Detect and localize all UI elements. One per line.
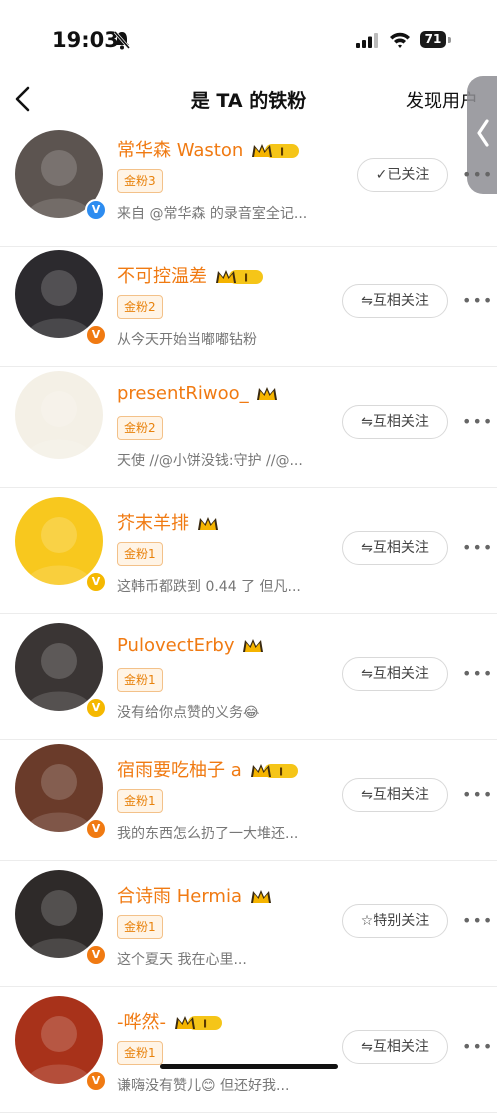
verified-badge-icon: V xyxy=(85,324,107,346)
user-description: 来自 @常华森 的录音室全记... xyxy=(117,206,308,222)
fan-level-badge: 金粉3 xyxy=(117,169,163,193)
nav-bar: 是 TA 的铁粉 发现用户 xyxy=(0,78,497,124)
list-item[interactable]: V 不可控温差 I 金粉2 从今天开始当嘟嘟钻粉 ⇋互相关注 ••• xyxy=(0,244,497,367)
list-item[interactable]: V -哗然- I 金粉1 谦嗨没有赞儿😊 但还好我... ⇋互相关注 ••• xyxy=(0,990,497,1113)
wifi-icon xyxy=(390,32,410,48)
user-name[interactable]: -哗然- I xyxy=(117,1008,224,1034)
svg-text:I: I xyxy=(244,272,248,285)
follow-status-button[interactable]: ⇋互相关注 xyxy=(342,778,448,812)
list-item[interactable]: V 宿雨要吃柚子 a I 金粉1 我的东西怎么扔了一大堆还... ⇋互相关注 •… xyxy=(0,738,497,861)
verified-badge-icon: V xyxy=(85,199,107,221)
fan-level-badge: 金粉2 xyxy=(117,295,163,319)
crown-icon xyxy=(197,517,218,530)
battery-level: 71 xyxy=(420,31,446,48)
user-name-text: 宿雨要吃柚子 a xyxy=(117,760,242,781)
status-time: 19:03 xyxy=(52,28,119,52)
verified-badge-icon: V xyxy=(85,818,107,840)
follow-status-button[interactable]: ⇋互相关注 xyxy=(342,657,448,691)
user-name-text: presentRiwoo_ xyxy=(117,383,249,404)
user-name[interactable]: PulovectErby xyxy=(117,635,264,656)
crown-icon: I xyxy=(215,270,263,285)
crown-icon: I xyxy=(252,144,299,159)
follow-status-button[interactable]: ⇋互相关注 xyxy=(342,1030,448,1064)
user-description: 没有给你点赞的义务😂 xyxy=(117,705,260,721)
user-name-text: -哗然- xyxy=(117,1012,166,1033)
follow-status-button[interactable]: ✓已关注 xyxy=(357,158,448,192)
user-description: 从今天开始当嘟嘟钻粉 xyxy=(117,332,257,348)
user-name-text: 芥末羊排 xyxy=(117,513,189,534)
user-name[interactable]: 芥末羊排 xyxy=(117,509,219,535)
user-name-text: 合诗雨 Hermia xyxy=(117,886,242,907)
user-name[interactable]: presentRiwoo_ xyxy=(117,383,278,404)
crown-icon xyxy=(243,639,264,652)
fan-level-badge: 金粉1 xyxy=(117,789,163,813)
verified-badge-icon: V xyxy=(85,944,107,966)
verified-badge-icon: V xyxy=(85,1070,107,1092)
user-name-text: 常华森 Waston xyxy=(117,140,244,161)
user-name[interactable]: 宿雨要吃柚子 a I xyxy=(117,756,300,782)
crown-icon xyxy=(250,890,271,903)
user-name[interactable]: 常华森 Waston I xyxy=(117,136,301,162)
user-description: 这个夏天 我在心里... xyxy=(117,952,247,968)
more-options-icon[interactable]: ••• xyxy=(462,911,493,930)
more-options-icon[interactable]: ••• xyxy=(462,664,493,683)
crown-icon: I xyxy=(250,764,298,779)
status-bar: 19:03 71 xyxy=(0,0,497,80)
fan-level-badge: 金粉1 xyxy=(117,915,163,939)
battery-icon: 71 xyxy=(420,31,452,49)
verified-badge-icon: V xyxy=(85,571,107,593)
fan-level-badge: 金粉1 xyxy=(117,668,163,692)
home-indicator xyxy=(160,1064,338,1069)
svg-text:I: I xyxy=(280,146,284,159)
list-item[interactable]: V 合诗雨 Hermia 金粉1 这个夏天 我在心里... ☆特别关注 ••• xyxy=(0,864,497,987)
bell-muted-icon xyxy=(113,31,131,50)
user-name-text: PulovectErby xyxy=(117,635,235,656)
follow-status-button[interactable]: ⇋互相关注 xyxy=(342,405,448,439)
svg-text:I: I xyxy=(278,766,282,779)
more-options-icon[interactable]: ••• xyxy=(462,538,493,557)
list-item[interactable]: V 常华森 Waston I 金粉3 来自 @常华森 的录音室全记... ✓已关… xyxy=(0,124,497,247)
crown-icon xyxy=(257,387,278,400)
list-item[interactable]: presentRiwoo_ 金粉2 天使 //@小饼没钱:守护 //@... ⇋… xyxy=(0,365,497,488)
fan-level-badge: 金粉1 xyxy=(117,542,163,566)
follow-status-button[interactable]: ⇋互相关注 xyxy=(342,531,448,565)
fan-level-badge: 金粉2 xyxy=(117,416,163,440)
user-description: 这韩币都跌到 0.44 了 但凡... xyxy=(117,579,301,595)
cellular-signal-icon xyxy=(356,33,378,48)
avatar-image xyxy=(25,391,93,459)
avatar[interactable] xyxy=(15,371,103,459)
user-description: 谦嗨没有赞儿😊 但还好我... xyxy=(117,1078,290,1094)
crown-icon: I xyxy=(174,1016,222,1031)
fan-level-badge: 金粉1 xyxy=(117,1041,163,1065)
svg-text:I: I xyxy=(203,1018,207,1031)
verified-badge-icon: V xyxy=(85,697,107,719)
list-item[interactable]: V 芥末羊排 金粉1 这韩币都跌到 0.44 了 但凡... ⇋互相关注 ••• xyxy=(0,491,497,614)
follow-status-button[interactable]: ⇋互相关注 xyxy=(342,284,448,318)
user-name[interactable]: 不可控温差 I xyxy=(117,262,265,288)
user-description: 天使 //@小饼没钱:守护 //@... xyxy=(117,453,303,469)
more-options-icon[interactable]: ••• xyxy=(462,1037,493,1056)
more-options-icon[interactable]: ••• xyxy=(462,291,493,310)
more-options-icon[interactable]: ••• xyxy=(462,412,493,431)
follow-status-button[interactable]: ☆特别关注 xyxy=(342,904,448,938)
user-name-text: 不可控温差 xyxy=(117,266,207,287)
more-options-icon[interactable]: ••• xyxy=(462,165,493,184)
user-description: 我的东西怎么扔了一大堆还... xyxy=(117,826,299,842)
list-item[interactable]: V PulovectErby 金粉1 没有给你点赞的义务😂 ⇋互相关注 ••• xyxy=(0,617,497,740)
user-name[interactable]: 合诗雨 Hermia xyxy=(117,882,272,908)
more-options-icon[interactable]: ••• xyxy=(462,785,493,804)
